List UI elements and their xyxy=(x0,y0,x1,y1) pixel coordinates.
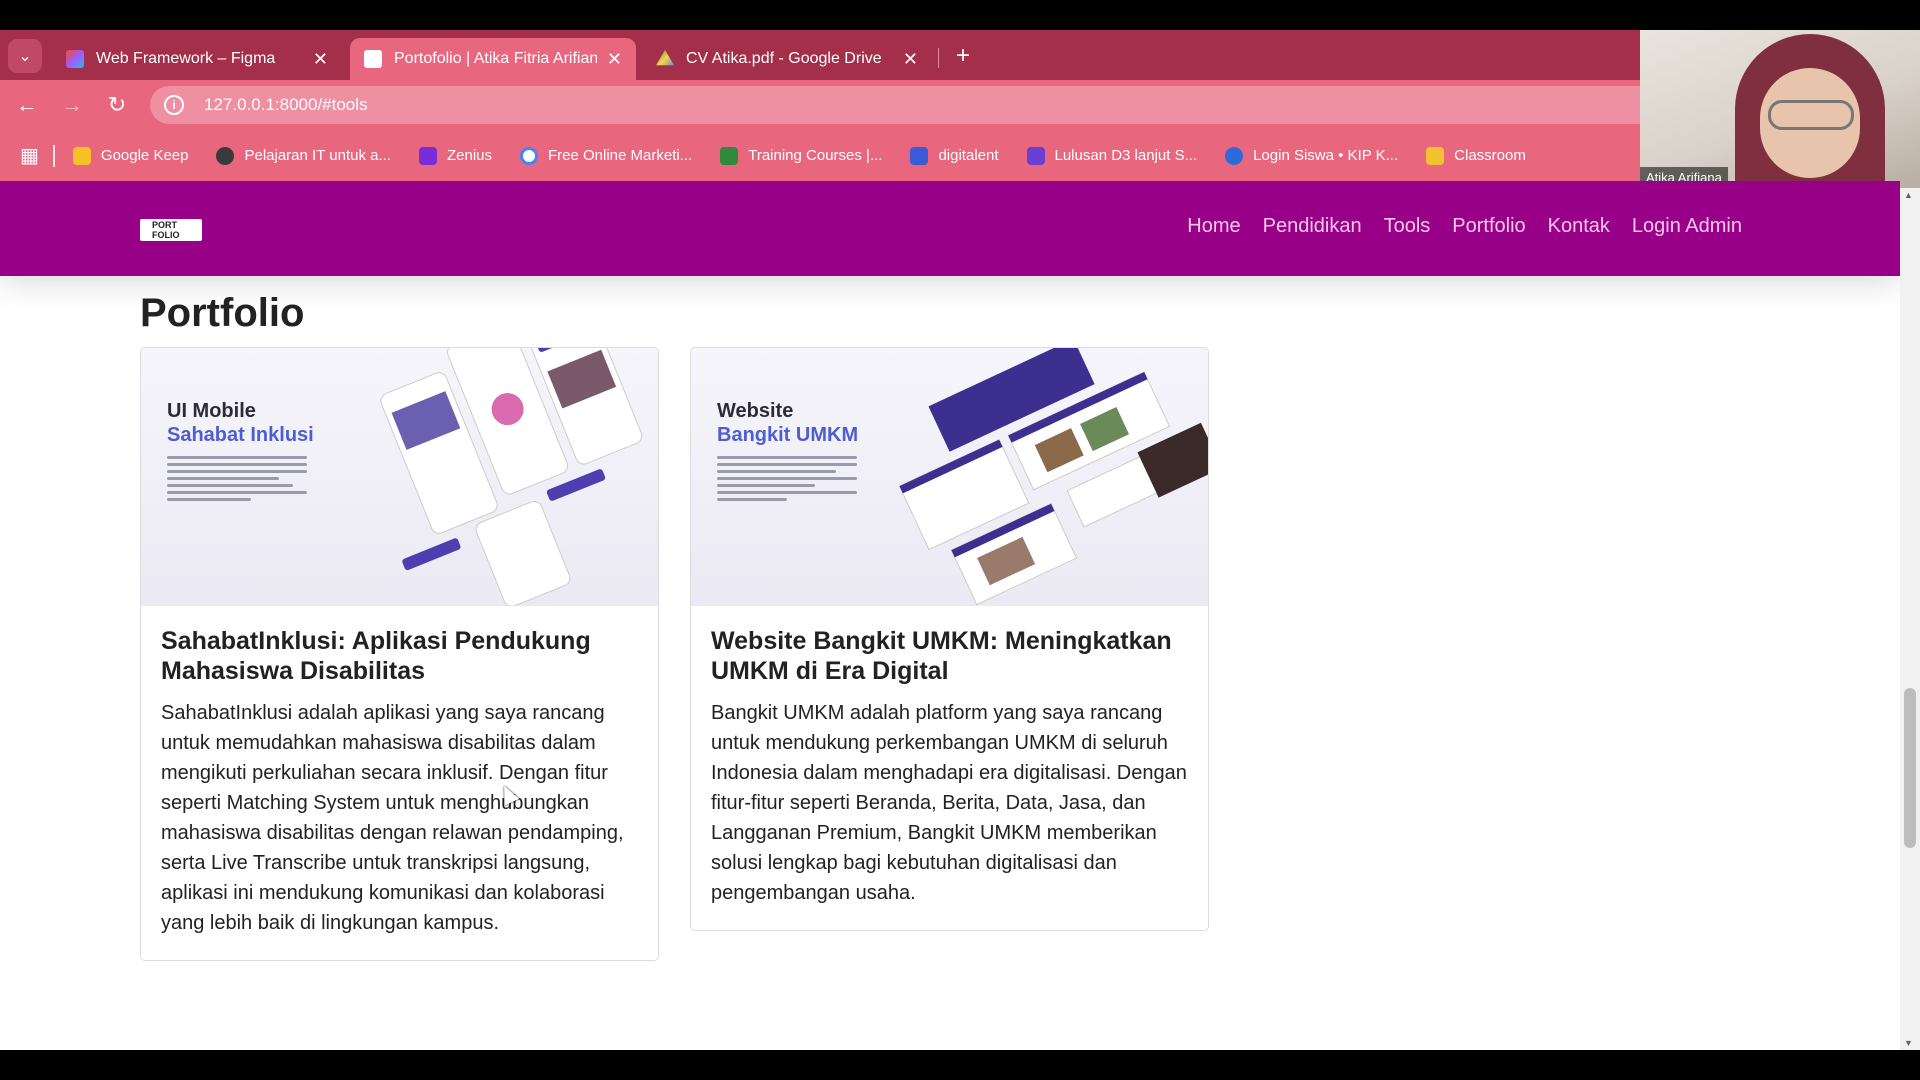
bookmark-label: Lulusan D3 lanjut S... xyxy=(1054,147,1198,164)
scroll-down-icon[interactable]: ▼ xyxy=(1904,1038,1913,1048)
close-icon[interactable]: ✕ xyxy=(313,49,328,70)
phone-mockups-illustration xyxy=(380,348,643,606)
site-navbar: PORT FOLIO Home Pendidikan Tools Portfoli… xyxy=(0,181,1900,276)
back-button[interactable]: ← xyxy=(12,90,42,120)
bookmark-label: Zenius xyxy=(446,147,492,164)
figma-icon xyxy=(66,50,84,68)
bookmarks-separator xyxy=(52,144,55,167)
tab-separator xyxy=(938,48,939,68)
apps-grid-icon[interactable]: ▦ xyxy=(20,143,39,168)
bookmark-item[interactable]: Login Siswa • KIP K... xyxy=(1225,146,1399,165)
nav-pendidikan[interactable]: Pendidikan xyxy=(1263,215,1362,238)
nav-tools[interactable]: Tools xyxy=(1384,215,1431,238)
card-image: Website Bangkit UMKM xyxy=(691,348,1208,606)
card-body: SahabatInklusi: Aplikasi Pendukung Mahas… xyxy=(141,606,658,960)
nav-portfolio[interactable]: Portfolio xyxy=(1452,215,1525,238)
bookmark-label: Training Courses |... xyxy=(748,147,883,164)
nav-kontak[interactable]: Kontak xyxy=(1548,215,1610,238)
forward-button[interactable]: → xyxy=(57,90,87,120)
card-body: Website Bangkit UMKM: Meningkatkan UMKM … xyxy=(691,606,1208,930)
site-logo[interactable]: PORT FOLIO xyxy=(140,219,202,241)
browser-chrome: ⌄ Web Framework – Figma ✕ Portofolio | A… xyxy=(0,30,1640,181)
bookmark-label: Google Keep xyxy=(100,147,189,164)
google-icon xyxy=(520,146,538,165)
bookmark-label: Classroom xyxy=(1454,147,1526,164)
webcam-overlay: Atika Arifiana xyxy=(1640,30,1920,188)
portfolio-favicon-icon xyxy=(364,50,382,68)
portfolio-card[interactable]: UI Mobile Sahabat Inklusi SahabatInklusi… xyxy=(140,347,659,961)
portfolio-card[interactable]: Website Bangkit UMKM Website Bangkit UMK… xyxy=(690,347,1209,931)
card-title: Website Bangkit UMKM: Meningkatkan UMKM … xyxy=(711,627,1172,685)
bookmark-item[interactable]: Zenius xyxy=(418,146,492,165)
screen: ⌄ Web Framework – Figma ✕ Portofolio | A… xyxy=(0,0,1920,1080)
tab-title: Portofolio | Atika Fitria Arifiana xyxy=(394,50,597,67)
tab-search-button[interactable]: ⌄ xyxy=(8,39,42,73)
card-title: SahabatInklusi: Aplikasi Pendukung Mahas… xyxy=(161,627,591,685)
scroll-up-icon[interactable]: ▲ xyxy=(1904,190,1913,200)
reload-button[interactable]: ↻ xyxy=(102,90,132,120)
bookmark-label: Pelajaran IT untuk a... xyxy=(244,147,391,164)
tab-strip: ⌄ Web Framework – Figma ✕ Portofolio | A… xyxy=(0,30,1640,80)
close-icon[interactable]: ✕ xyxy=(607,49,622,70)
tab-title: CV Atika.pdf - Google Drive xyxy=(686,50,882,67)
bookmark-item[interactable]: Lulusan D3 lanjut S... xyxy=(1026,146,1198,165)
training-courses-icon xyxy=(720,146,739,165)
close-icon[interactable]: ✕ xyxy=(903,49,918,70)
digitalent-icon xyxy=(910,146,929,165)
bookmark-label: Free Online Marketi... xyxy=(548,147,693,164)
address-bar[interactable]: i 127.0.0.1:8000/#tools xyxy=(150,86,1640,124)
screen-bottom-bar xyxy=(0,1050,1920,1080)
google-keep-icon xyxy=(72,146,91,165)
bookmark-label: Login Siswa • KIP K... xyxy=(1253,147,1399,164)
site-nav: Home Pendidikan Tools Portfolio Kontak L… xyxy=(1187,215,1742,238)
card-description: Bangkit UMKM adalah platform yang saya r… xyxy=(711,702,1187,904)
site-info-icon[interactable]: i xyxy=(164,95,184,115)
bookmark-item[interactable]: Training Courses |... xyxy=(720,146,883,165)
web-page: PORT FOLIO Home Pendidikan Tools Portfoli… xyxy=(0,181,1900,1050)
tab-google-drive[interactable]: CV Atika.pdf - Google Drive ✕ xyxy=(642,38,932,80)
tab-title: Web Framework – Figma xyxy=(96,50,276,67)
website-mockups-illustration xyxy=(898,348,1208,606)
url-text: 127.0.0.1:8000/#tools xyxy=(204,95,368,114)
bookmark-label: digitalent xyxy=(938,147,999,164)
page-scrollbar[interactable]: ▲ ▼ xyxy=(1900,188,1920,1050)
section-title: Portfolio xyxy=(140,291,305,335)
classroom-icon xyxy=(1426,146,1445,165)
person-glasses xyxy=(1768,100,1854,130)
tab-portfolio[interactable]: Portofolio | Atika Fitria Arifiana ✕ xyxy=(350,38,636,80)
bookmark-item[interactable]: Classroom xyxy=(1426,146,1526,165)
google-drive-icon xyxy=(656,50,674,66)
kip-kuliah-icon xyxy=(1225,146,1244,165)
browser-toolbar: ← → ↻ i 127.0.0.1:8000/#tools xyxy=(0,80,1640,130)
tab-figma[interactable]: Web Framework – Figma ✕ xyxy=(52,38,342,80)
bookmark-item[interactable]: Pelajaran IT untuk a... xyxy=(216,146,391,165)
card-image: UI Mobile Sahabat Inklusi xyxy=(141,348,658,606)
card-description: SahabatInklusi adalah aplikasi yang saya… xyxy=(161,702,624,934)
lulusan-icon xyxy=(1026,146,1045,165)
bookmark-item[interactable]: digitalent xyxy=(910,146,999,165)
zenius-icon xyxy=(418,146,437,165)
bookmark-item[interactable]: Free Online Marketi... xyxy=(520,146,693,165)
bookmark-item[interactable]: Google Keep xyxy=(72,146,189,165)
globe-icon xyxy=(216,146,235,165)
scrollbar-thumb[interactable] xyxy=(1904,688,1916,848)
bookmarks-bar: ▦ Google Keep Pelajaran IT untuk a... Ze… xyxy=(0,130,1640,181)
nav-home[interactable]: Home xyxy=(1187,215,1240,238)
new-tab-button[interactable]: + xyxy=(948,42,978,70)
nav-login-admin[interactable]: Login Admin xyxy=(1632,215,1742,238)
